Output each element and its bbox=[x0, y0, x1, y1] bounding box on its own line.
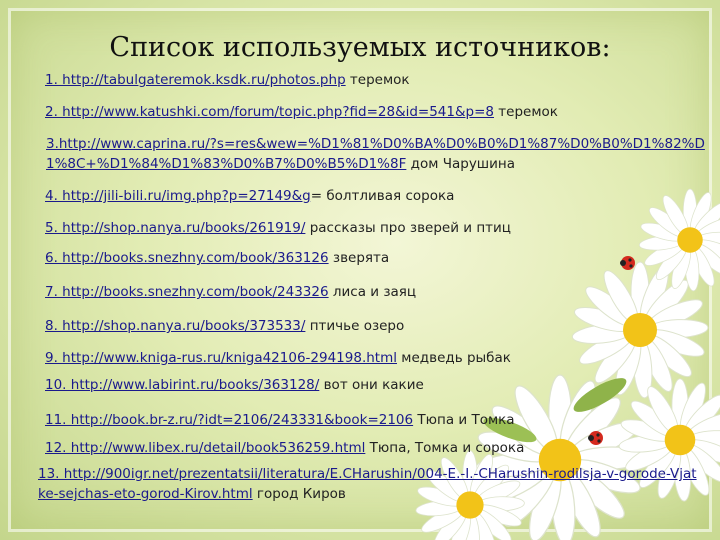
source-link[interactable]: 13. http://900igr.net/prezentatsii/liter… bbox=[38, 466, 697, 502]
source-desc: теремок bbox=[494, 104, 558, 120]
source-item-3: 3.http://www.caprina.ru/?s=res&wew=%D1%8… bbox=[46, 134, 706, 174]
source-item-2: 2. http://www.katushki.com/forum/topic.p… bbox=[45, 102, 558, 122]
source-link[interactable]: 12. http://www.libex.ru/detail/book53625… bbox=[45, 440, 365, 456]
source-link[interactable]: 2. http://www.katushki.com/forum/topic.p… bbox=[45, 104, 494, 120]
source-link[interactable]: 1. http://tabulgateremok.ksdk.ru/photos.… bbox=[45, 72, 346, 88]
source-link[interactable]: 3.http://www.caprina.ru/?s=res&wew=%D1%8… bbox=[46, 136, 705, 172]
source-item-5: 5. http://shop.nanya.ru/books/261919/ ра… bbox=[45, 218, 511, 238]
source-desc: медведь рыбак bbox=[397, 350, 511, 366]
source-desc: Тюпа, Томка и сорока bbox=[365, 440, 525, 456]
source-link[interactable]: 7. http://books.snezhny.com/book/243326 bbox=[45, 284, 329, 300]
source-link[interactable]: 4. http://jili-bili.ru/img.php?p=27149&g bbox=[45, 188, 311, 204]
source-link[interactable]: 8. http://shop.nanya.ru/books/373533/ bbox=[45, 318, 305, 334]
source-item-11: 11. http://book.br-z.ru/?idt=2106/243331… bbox=[45, 410, 515, 430]
source-desc: лиса и заяц bbox=[328, 284, 417, 300]
source-item-9: 9. http://www.kniga-rus.ru/kniga42106-29… bbox=[45, 348, 511, 368]
source-link[interactable]: 10. http://www.labirint.ru/books/363128/ bbox=[45, 377, 319, 393]
source-link[interactable]: 6. http://books.snezhny.com/book/363126 bbox=[45, 250, 329, 266]
source-link[interactable]: 5. http://shop.nanya.ru/books/261919/ bbox=[45, 220, 305, 236]
source-desc: Тюпа и Томка bbox=[413, 412, 515, 428]
source-item-12: 12. http://www.libex.ru/detail/book53625… bbox=[45, 438, 524, 458]
source-item-8: 8. http://shop.nanya.ru/books/373533/ пт… bbox=[45, 316, 404, 336]
source-desc: зверята bbox=[328, 250, 390, 266]
source-link[interactable]: 9. http://www.kniga-rus.ru/kniga42106-29… bbox=[45, 350, 397, 366]
source-item-13: 13. http://900igr.net/prezentatsii/liter… bbox=[38, 464, 698, 504]
source-item-4: 4. http://jili-bili.ru/img.php?p=27149&g… bbox=[45, 186, 454, 206]
page-title: Список используемых источников: bbox=[109, 32, 611, 63]
source-desc: вот они какие bbox=[319, 377, 424, 393]
source-item-10: 10. http://www.labirint.ru/books/363128/… bbox=[45, 375, 424, 395]
source-item-1: 1. http://tabulgateremok.ksdk.ru/photos.… bbox=[45, 70, 410, 90]
source-desc: = болтливая сорока bbox=[310, 188, 455, 204]
source-item-6: 6. http://books.snezhny.com/book/363126 … bbox=[45, 248, 389, 268]
source-desc: город Киров bbox=[252, 486, 346, 502]
source-desc: теремок bbox=[345, 72, 410, 88]
source-link[interactable]: 11. http://book.br-z.ru/?idt=2106/243331… bbox=[45, 412, 413, 428]
source-desc: рассказы про зверей и птиц bbox=[305, 220, 511, 236]
source-item-7: 7. http://books.snezhny.com/book/243326 … bbox=[45, 282, 416, 302]
source-desc: дом Чарушина bbox=[406, 156, 516, 172]
source-desc: птичье озеро bbox=[305, 318, 405, 334]
